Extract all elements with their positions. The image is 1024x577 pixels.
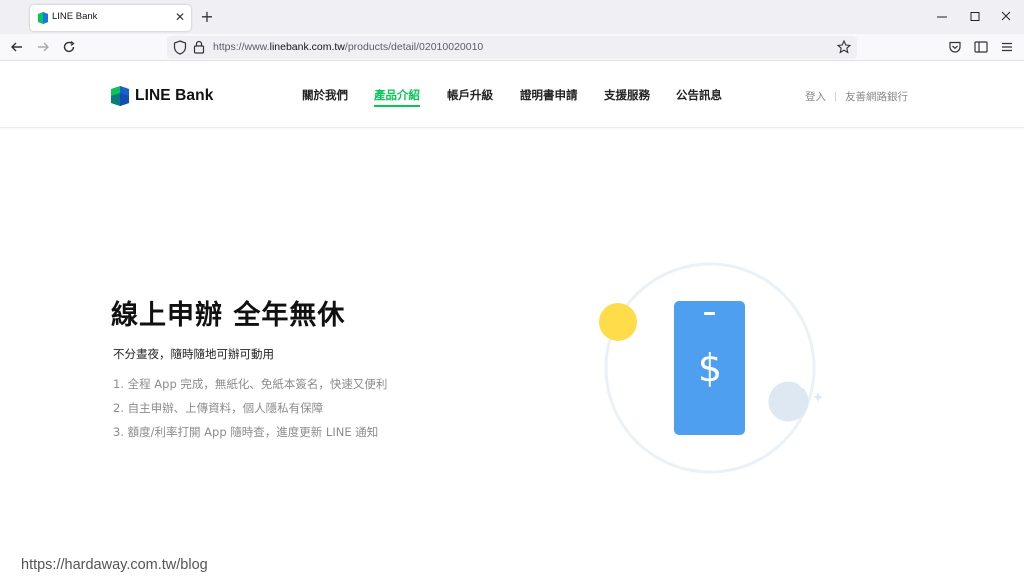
shield-icon[interactable] (173, 40, 187, 55)
sun-icon (599, 303, 637, 341)
new-tab-button[interactable]: + (197, 7, 217, 27)
nav-item-products[interactable]: 產品介紹 (374, 87, 420, 107)
nav-item-about[interactable]: 關於我們 (302, 87, 348, 103)
watermark-text: https://hardaway.com.tw/blog (21, 557, 208, 573)
hero-title: 線上申辦 全年無休 (111, 300, 346, 331)
active-nav-underline (374, 105, 420, 107)
close-tab-icon[interactable]: ✕ (172, 8, 188, 26)
lock-icon[interactable] (193, 40, 205, 54)
browser-tab[interactable]: LINE Bank ✕ (30, 5, 191, 31)
browser-window: LINE Bank ✕ + https://www.linebank.com.t… (0, 0, 1024, 577)
line-bank-favicon-icon (38, 12, 48, 24)
line-bank-logo[interactable]: LINE Bank (111, 85, 213, 107)
window-close-icon[interactable] (996, 8, 1016, 26)
list-item: 1. 全程 App 完成，無紙化、免紙本簽名，快速又便利 (113, 377, 388, 391)
nav-item-announcements[interactable]: 公告訊息 (676, 87, 722, 103)
accessible-banking-link[interactable]: 友善網路銀行 (845, 89, 908, 104)
maximize-icon[interactable] (965, 8, 985, 26)
menu-icon[interactable] (999, 39, 1015, 55)
back-icon[interactable] (9, 39, 25, 55)
nav-item-certificate[interactable]: 證明書申請 (520, 87, 578, 103)
reader-view-icon[interactable] (973, 39, 989, 55)
dollar-icon: $ (698, 346, 722, 390)
nav-item-account-upgrade[interactable]: 帳戶升級 (447, 87, 493, 103)
util-separator (835, 92, 836, 101)
site-header: LINE Bank 關於我們 產品介紹 帳戶升級 證明書申請 支援服務 公告訊息… (0, 62, 1024, 128)
login-link[interactable]: 登入 (805, 89, 826, 104)
hero-illustration: $ (599, 262, 823, 474)
bookmark-star-icon[interactable] (837, 40, 851, 54)
list-item: 2. 自主申辦、上傳資料，個人隱私有保障 (113, 401, 324, 415)
line-bank-logo-icon (111, 86, 129, 106)
forward-icon[interactable] (35, 39, 51, 55)
url-text[interactable]: https://www.linebank.com.tw/products/det… (213, 41, 483, 53)
hero-subtitle: 不分晝夜，隨時隨地可辦可動用 (113, 347, 274, 361)
moon-icon (768, 381, 823, 422)
logo-text: LINE Bank (135, 87, 214, 104)
address-bar[interactable]: https://www.linebank.com.tw/products/det… (167, 36, 857, 59)
minimize-icon[interactable] (932, 8, 952, 26)
list-item: 3. 額度/利率打開 App 隨時查，進度更新 LINE 通知 (113, 425, 379, 439)
tab-title: LINE Bank (52, 11, 98, 22)
nav-item-support[interactable]: 支援服務 (604, 87, 650, 103)
tab-strip: LINE Bank ✕ + (0, 0, 1024, 34)
feature-list: 1. 全程 App 完成，無紙化、免紙本簽名，快速又便利 2. 自主申辦、上傳資… (113, 376, 387, 448)
reload-icon[interactable] (61, 39, 77, 55)
navigation-toolbar: https://www.linebank.com.tw/products/det… (0, 34, 1024, 61)
pocket-icon[interactable] (947, 39, 963, 55)
